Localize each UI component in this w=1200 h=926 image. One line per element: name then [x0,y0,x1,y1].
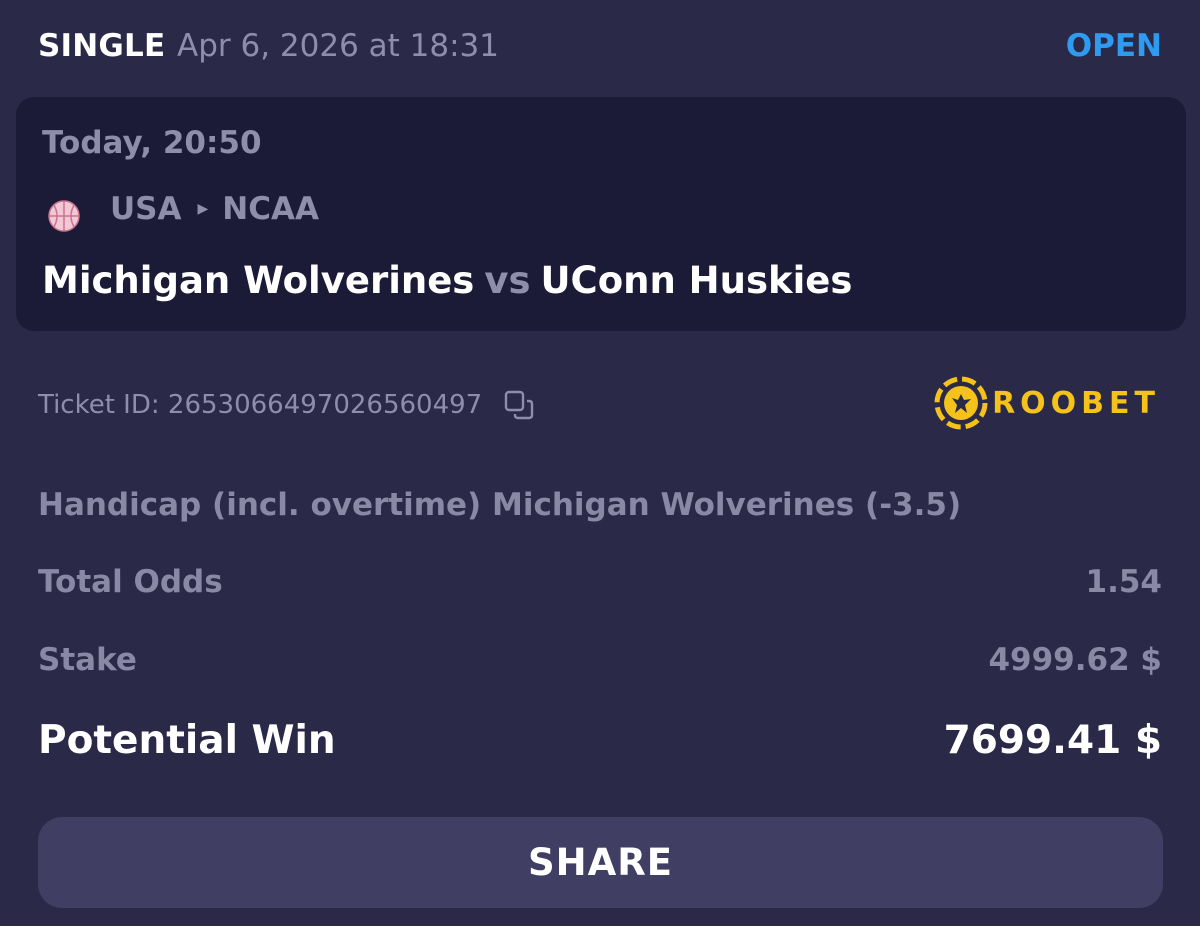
event-country: USA [110,191,182,227]
stake-value: 4999.62 $ [988,642,1162,678]
bet-status-badge: OPEN [1065,28,1162,64]
home-team-name: Michigan Wolverines [42,259,475,302]
bet-type-label: SINGLE [38,28,166,64]
away-team-name: UConn Huskies [540,259,853,302]
event-card[interactable]: Today, 20:50 USA ▶ NCAA Michigan Wolveri… [16,97,1186,331]
event-matchup: Michigan Wolverines vs UConn Huskies [42,259,852,302]
roobet-logo-icon [934,376,988,430]
brand-logo: ROOBET [934,376,1160,430]
share-button[interactable]: SHARE [38,817,1163,908]
potential-win-label: Potential Win [38,718,336,763]
event-start-time: Today, 20:50 [42,125,262,161]
ticket-id-text: Ticket ID: 2653066497026560497 [38,390,483,420]
stake-label: Stake [38,642,137,678]
bet-selection: Handicap (incl. overtime) Michigan Wolve… [38,487,962,523]
potential-win-value: 7699.41 $ [943,718,1162,763]
copy-icon[interactable] [502,388,536,422]
total-odds-value: 1.54 [1085,564,1163,600]
versus-label: vs [484,259,531,302]
total-odds-label: Total Odds [38,564,223,600]
basketball-icon [48,200,80,232]
ticket-id-row: Ticket ID: 2653066497026560497 [38,388,536,422]
breadcrumb-chevron-icon: ▶ [197,201,209,217]
brand-name: ROOBET [992,385,1160,421]
bet-placed-timestamp: Apr 6, 2026 at 18:31 [177,28,500,64]
event-breadcrumb: USA ▶ NCAA [110,191,319,227]
event-league: NCAA [222,191,319,227]
